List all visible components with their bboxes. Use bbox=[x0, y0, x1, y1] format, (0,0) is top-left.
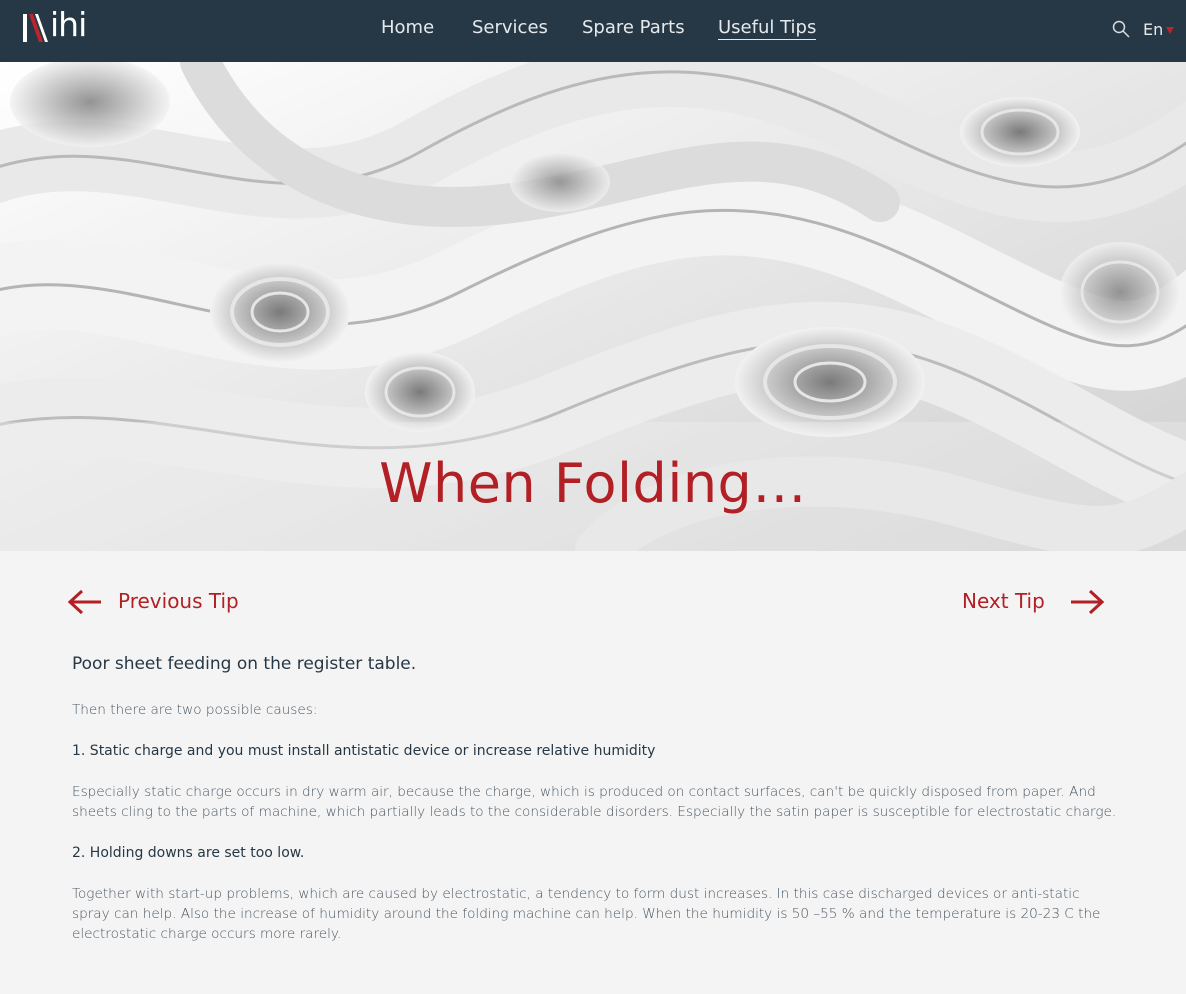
tip-article: Poor sheet feeding on the register table… bbox=[72, 652, 1118, 965]
page-title: When Folding… bbox=[379, 452, 807, 515]
cause-2-body: Together with start-up problems, which a… bbox=[72, 886, 1101, 942]
cause-2-title: 2. Holding downs are set too low. bbox=[72, 845, 305, 861]
search-icon[interactable] bbox=[1112, 20, 1130, 38]
language-selector[interactable]: En bbox=[1143, 20, 1163, 39]
previous-tip-link[interactable]: Previous Tip bbox=[68, 586, 268, 618]
arrow-right-icon bbox=[1071, 589, 1104, 615]
nav-item-home[interactable]: Home bbox=[381, 17, 434, 38]
hero-banner: When Folding… bbox=[0, 62, 1186, 551]
cause-1-title: 1. Static charge and you must install an… bbox=[72, 743, 656, 759]
cause-1-body: Especially static charge occurs in dry w… bbox=[72, 784, 1117, 820]
chevron-down-icon[interactable] bbox=[1166, 27, 1174, 34]
article-intro: Then there are two possible causes: bbox=[72, 702, 318, 718]
site-header: ihi Home Services Spare Parts Useful Tip… bbox=[0, 0, 1186, 62]
main-nav: Home Services Spare Parts Useful Tips bbox=[0, 17, 1186, 43]
next-tip-label: Next Tip bbox=[962, 589, 1045, 613]
nav-item-spare-parts[interactable]: Spare Parts bbox=[582, 17, 685, 38]
nav-item-useful-tips[interactable]: Useful Tips bbox=[718, 17, 817, 40]
arrow-left-icon bbox=[68, 589, 101, 615]
nav-item-services[interactable]: Services bbox=[472, 17, 548, 38]
article-heading: Poor sheet feeding on the register table… bbox=[72, 654, 417, 674]
next-tip-link[interactable]: Next Tip bbox=[960, 586, 1106, 618]
previous-tip-label: Previous Tip bbox=[118, 589, 239, 613]
